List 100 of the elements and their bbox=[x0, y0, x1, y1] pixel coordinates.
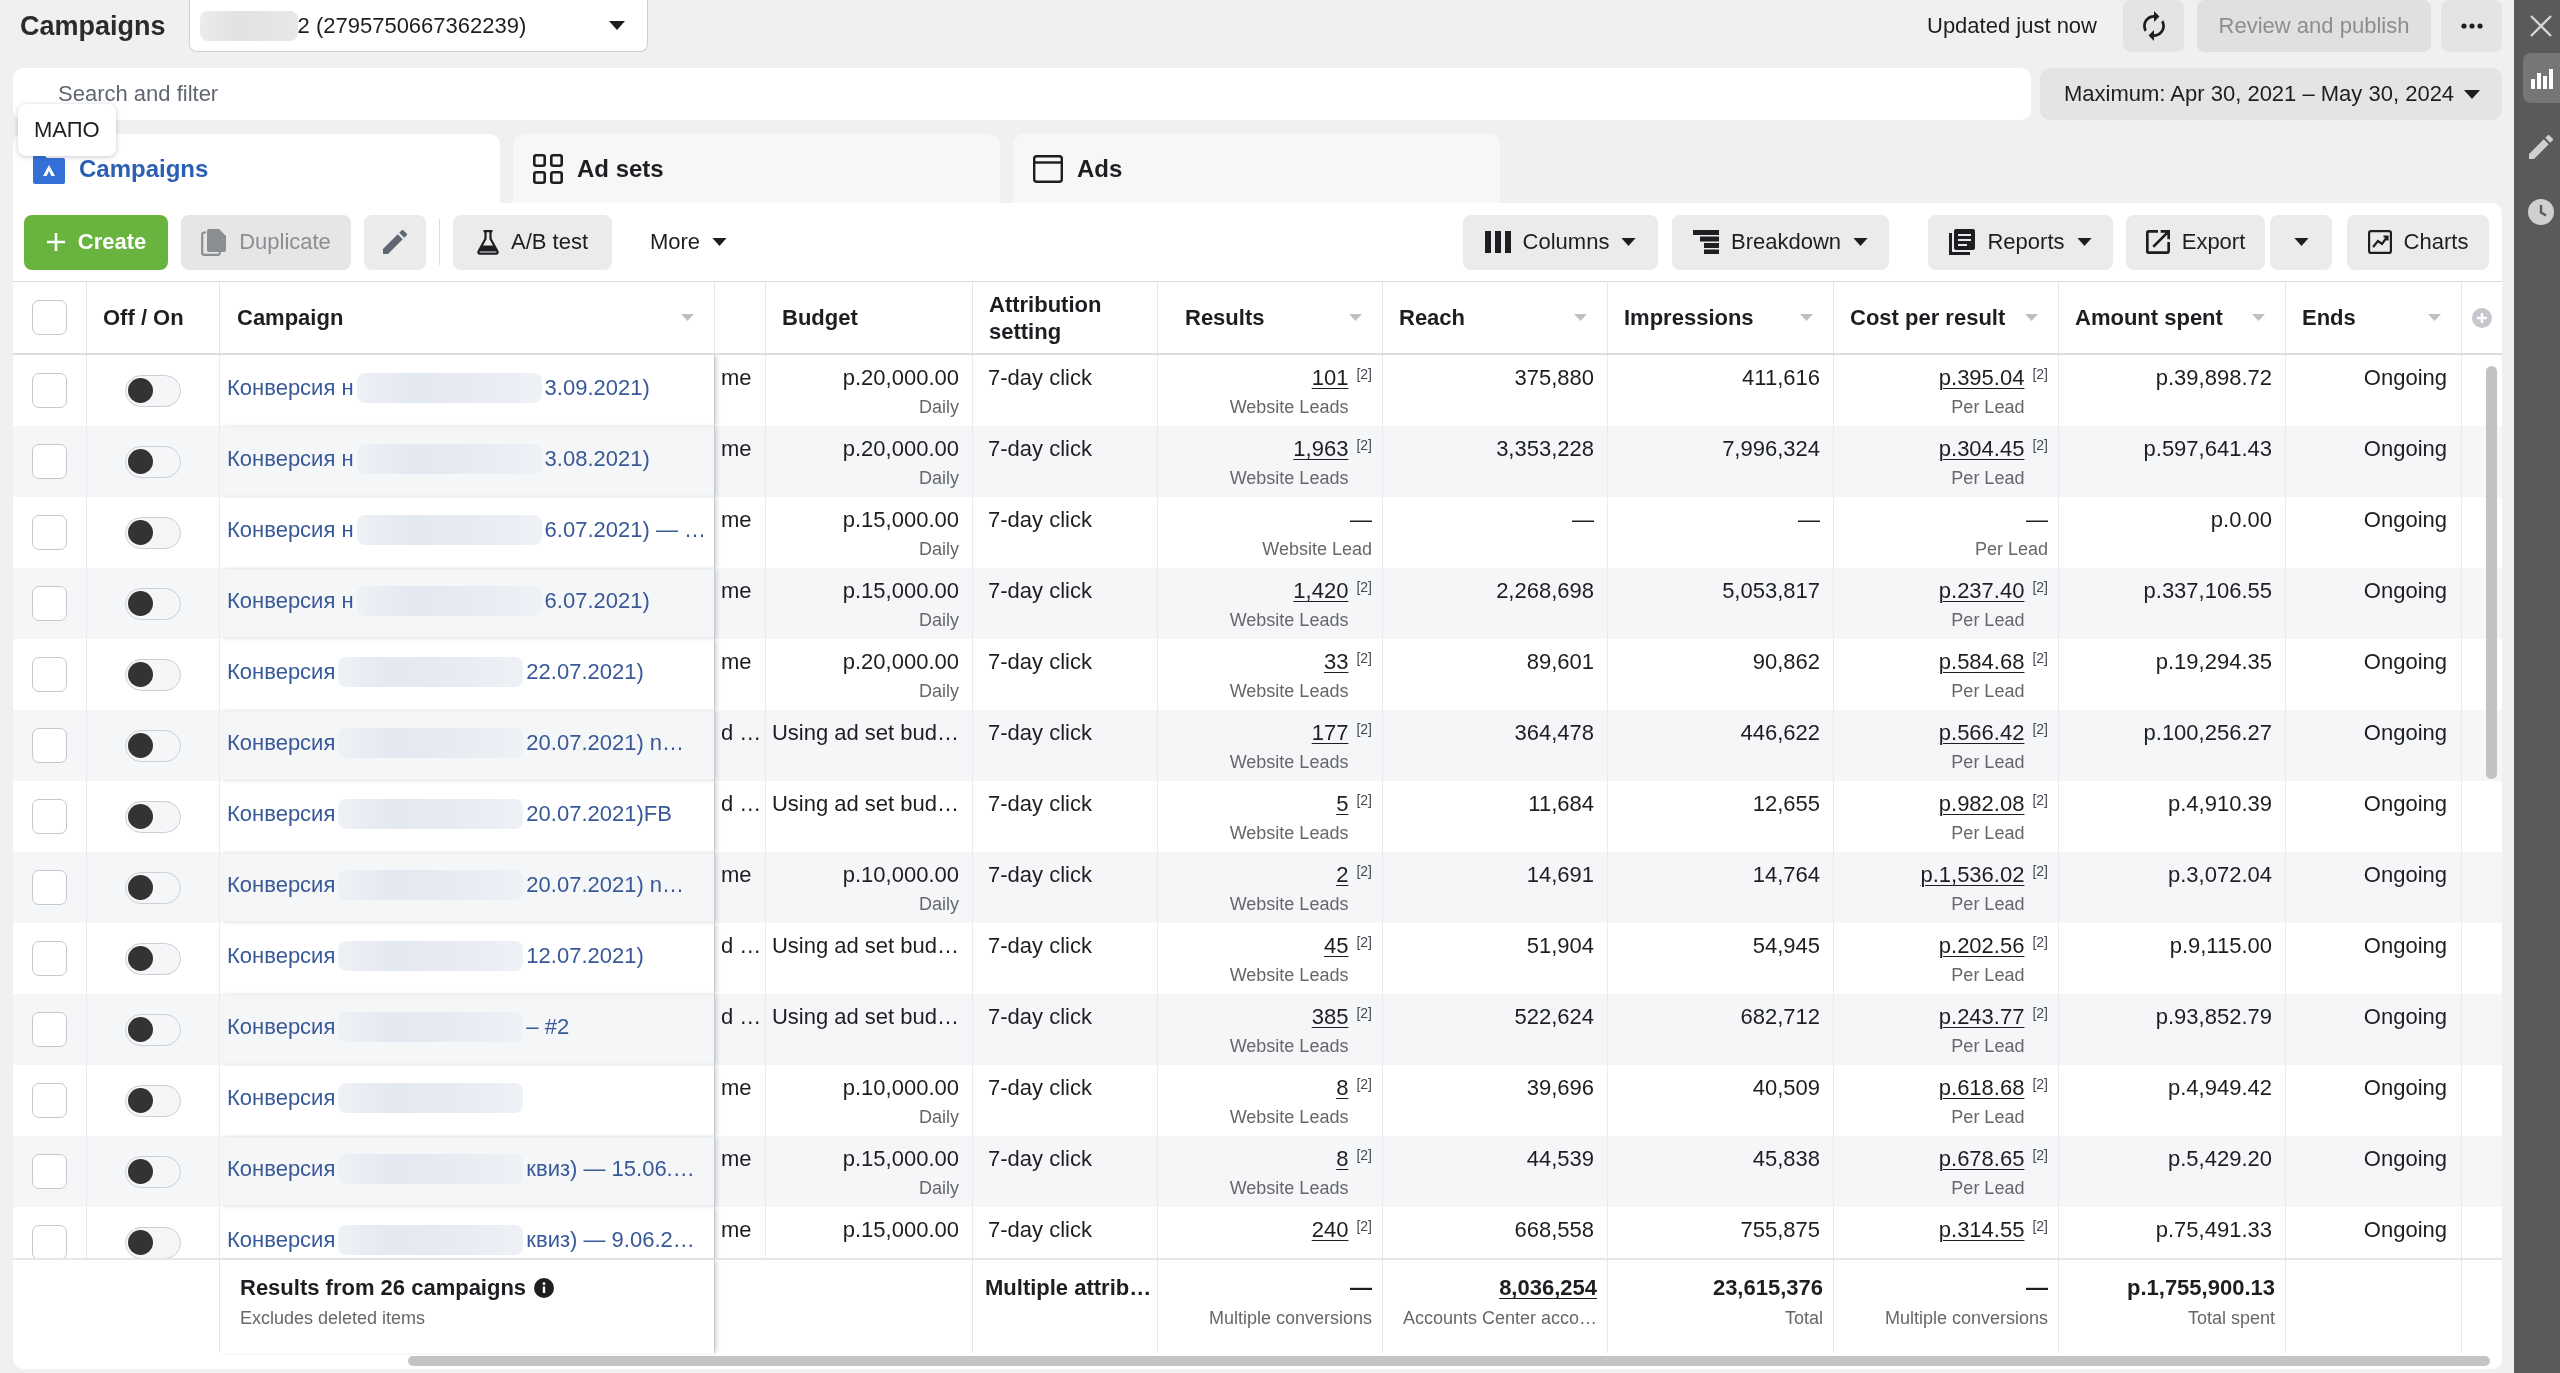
more-button[interactable] bbox=[2441, 0, 2502, 52]
campaign-name-link[interactable]: – #2 bbox=[526, 1013, 570, 1040]
cost-value: — bbox=[2026, 507, 2048, 533]
checkbox[interactable] bbox=[32, 586, 67, 621]
campaign-name-link[interactable]: Конверсия н bbox=[227, 587, 354, 614]
budget-amount: p.15,000.00 bbox=[842, 507, 959, 533]
toggle-switch[interactable] bbox=[125, 445, 181, 478]
campaign-name-link[interactable]: Конверсия bbox=[227, 800, 336, 827]
campaign-name-link[interactable]: 20.07.2021)FB bbox=[526, 800, 672, 827]
date-range-button[interactable]: Maximum: Apr 30, 2021 – May 30, 2024 bbox=[2040, 68, 2502, 120]
checkbox[interactable] bbox=[32, 1083, 67, 1118]
toggle-switch[interactable] bbox=[125, 942, 181, 975]
campaign-name-link[interactable]: Конверсия bbox=[227, 942, 336, 969]
campaign-name-link[interactable]: Конверсия н bbox=[227, 374, 354, 401]
close-icon[interactable] bbox=[2530, 15, 2552, 37]
reports-button[interactable]: Reports bbox=[1928, 214, 2113, 270]
columns-button[interactable]: Columns bbox=[1463, 214, 1658, 270]
checkbox[interactable] bbox=[32, 444, 67, 479]
toggle-switch[interactable] bbox=[125, 800, 181, 833]
campaign-name-link[interactable]: 22.07.2021) bbox=[526, 658, 644, 685]
campaign-name-link[interactable]: 3.09.2021) bbox=[544, 374, 650, 401]
account-selector[interactable]: 2 (2795750667362239) bbox=[188, 0, 648, 52]
checkbox[interactable] bbox=[32, 373, 67, 408]
checkbox[interactable] bbox=[32, 941, 67, 976]
campaign-name-link[interactable]: Конверсия bbox=[227, 871, 336, 898]
checkbox[interactable] bbox=[32, 300, 67, 335]
caret-icon[interactable] bbox=[681, 314, 694, 321]
caret-icon[interactable] bbox=[1800, 314, 1813, 321]
budget-period: Daily bbox=[919, 609, 959, 631]
caret-icon[interactable] bbox=[1349, 314, 1362, 321]
horizontal-scrollbar[interactable] bbox=[408, 1356, 2490, 1366]
tab[interactable]: Ad sets bbox=[513, 134, 1000, 203]
campaign-name-link[interactable]: Конверсия bbox=[227, 729, 336, 756]
ends-value: Ongoing bbox=[2363, 1075, 2447, 1101]
campaign-name-link[interactable]: 6.07.2021) bbox=[544, 587, 650, 614]
toggle-switch[interactable] bbox=[125, 729, 181, 762]
toggle-switch[interactable] bbox=[125, 1084, 181, 1117]
campaign-name-link[interactable]: Конверсия н bbox=[227, 445, 354, 472]
breakdown-button[interactable]: Breakdown bbox=[1672, 214, 1889, 270]
result-count: 5 bbox=[1336, 791, 1349, 817]
checkbox[interactable] bbox=[32, 1154, 67, 1189]
result-count: 385 bbox=[1311, 1004, 1349, 1030]
edit-button[interactable] bbox=[364, 214, 426, 270]
checkbox[interactable] bbox=[32, 1012, 67, 1047]
clock-icon[interactable] bbox=[2528, 199, 2554, 225]
charts-button[interactable]: Charts bbox=[2347, 214, 2489, 270]
toggle-switch[interactable] bbox=[125, 871, 181, 904]
caret-icon[interactable] bbox=[2025, 314, 2038, 321]
export-button[interactable]: Export bbox=[2126, 214, 2265, 270]
refresh-button[interactable] bbox=[2123, 0, 2184, 52]
campaign-name-link[interactable]: Конверсия bbox=[227, 658, 336, 685]
column-header: Amount spent bbox=[2075, 304, 2223, 331]
cost-unit: Per Lead bbox=[1951, 964, 2025, 986]
export-menu-button[interactable] bbox=[2270, 214, 2332, 270]
tab[interactable]: Ads bbox=[1013, 134, 1500, 203]
attribution-text: 7-day click bbox=[988, 649, 1092, 675]
checkbox[interactable] bbox=[32, 870, 67, 905]
reach-value: 3,353,228 bbox=[1496, 436, 1594, 462]
campaign-name-link[interactable]: 12.07.2021) bbox=[526, 942, 644, 969]
cell-text: d … bbox=[721, 933, 762, 959]
checkbox[interactable] bbox=[32, 799, 67, 834]
checkbox[interactable] bbox=[32, 1225, 67, 1258]
checkbox[interactable] bbox=[32, 728, 67, 763]
toggle-switch[interactable] bbox=[125, 587, 181, 620]
info-icon[interactable] bbox=[534, 1277, 555, 1298]
budget-period: Daily bbox=[919, 1106, 959, 1128]
caret-icon[interactable] bbox=[2252, 314, 2265, 321]
toggle-switch[interactable] bbox=[125, 1013, 181, 1046]
caret-icon[interactable] bbox=[1574, 314, 1587, 321]
campaign-name-link[interactable]: 6.07.2021) — … bbox=[544, 516, 706, 543]
cost-value: p.202.56 bbox=[1938, 933, 2025, 959]
more-menu-button[interactable]: More bbox=[631, 214, 746, 270]
campaign-name-link[interactable]: Конверсия bbox=[227, 1155, 336, 1182]
campaign-name-link[interactable]: квиз) — 15.06.… bbox=[526, 1155, 695, 1182]
toggle-switch[interactable] bbox=[125, 516, 181, 549]
campaign-name-link[interactable]: квиз) — 9.06.2… bbox=[526, 1226, 695, 1253]
ab-test-button[interactable]: A/B test bbox=[453, 214, 612, 270]
caret-icon[interactable] bbox=[2428, 314, 2441, 321]
campaign-name-link[interactable]: Конверсия bbox=[227, 1013, 336, 1040]
toggle-switch[interactable] bbox=[125, 658, 181, 691]
ends-value: Ongoing bbox=[2363, 862, 2447, 888]
checkbox[interactable] bbox=[32, 657, 67, 692]
campaign-name-link[interactable]: 20.07.2021) n… bbox=[526, 871, 685, 898]
reach-total-label: Accounts Center acco… bbox=[1402, 1307, 1597, 1329]
impressions-value: — bbox=[1798, 507, 1820, 533]
campaign-name-link[interactable]: 3.08.2021) bbox=[544, 445, 650, 472]
toggle-switch[interactable] bbox=[125, 1226, 181, 1258]
campaign-name-link[interactable]: Конверсия bbox=[227, 1226, 336, 1253]
bar-chart-icon[interactable] bbox=[2523, 53, 2560, 103]
search-field[interactable]: Search and filter bbox=[13, 68, 2031, 120]
add-column-icon[interactable] bbox=[2472, 307, 2492, 328]
tooltip: МАПО bbox=[18, 104, 116, 156]
campaign-name-link[interactable]: 20.07.2021) n… bbox=[526, 729, 685, 756]
pencil-icon[interactable] bbox=[2529, 135, 2553, 159]
vertical-scrollbar[interactable] bbox=[2486, 366, 2497, 779]
campaign-name-link[interactable]: Конверсия bbox=[227, 1084, 336, 1111]
toggle-switch[interactable] bbox=[125, 1155, 181, 1188]
checkbox[interactable] bbox=[32, 515, 67, 550]
campaign-name-link[interactable]: Конверсия н bbox=[227, 516, 354, 543]
toggle-switch[interactable] bbox=[125, 374, 181, 407]
